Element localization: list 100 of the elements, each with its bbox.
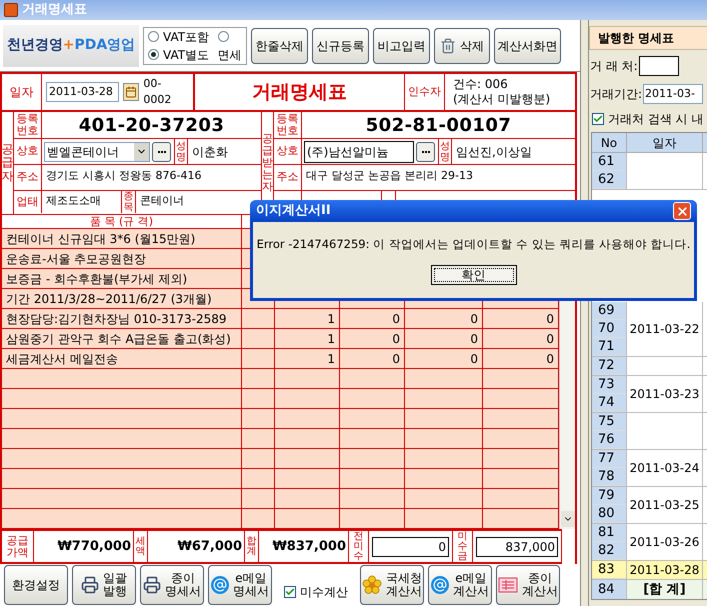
toolbar-button[interactable]: 한줄삭제	[251, 28, 308, 64]
at-sign-icon	[431, 576, 449, 594]
representative-name: 이춘화	[192, 144, 228, 160]
document-number: 00-0002	[143, 76, 172, 108]
field-label: 세액	[136, 536, 146, 556]
row-number[interactable]: 72	[592, 357, 626, 375]
row-number[interactable]: 83	[592, 561, 626, 579]
amount-text: ₩837,000	[272, 538, 346, 556]
business-item: 콘테이너	[140, 194, 184, 207]
action-button[interactable]: e메일 명세서	[208, 565, 272, 605]
section-label: 공급받는자	[262, 132, 273, 194]
field-label: 상호	[16, 143, 38, 160]
printer-icon	[143, 576, 161, 594]
partner-field[interactable]	[638, 56, 679, 76]
item-value: 0	[546, 310, 554, 328]
registration-number: 502-81-00107	[366, 114, 512, 138]
row-number[interactable]: 61	[592, 153, 626, 171]
item-value: 1	[327, 350, 335, 368]
ok-button[interactable]: 확인	[430, 265, 516, 286]
row-number: 84	[598, 580, 615, 599]
item-value: 0	[470, 310, 478, 328]
toolbar-button[interactable]: 신규등록	[312, 28, 369, 64]
amount-field[interactable]: 837,000	[476, 536, 558, 556]
radio-button[interactable]	[148, 49, 159, 60]
row-number[interactable]: 77	[592, 450, 626, 468]
row-number[interactable]: 81	[592, 524, 626, 542]
column-header: 품 목 (규 격)	[90, 216, 154, 228]
item-name: 보증금 - 회수후환불(부가세 제외)	[6, 270, 188, 288]
company-select[interactable]: 벧엘콘테이너	[44, 142, 150, 162]
toolbar-button[interactable]: 계산서화면	[494, 28, 561, 64]
amount-field[interactable]: 0	[372, 536, 449, 556]
calendar-button[interactable]	[123, 83, 140, 101]
date-cell-text: 2011-03-22	[630, 321, 700, 338]
checkbox[interactable]	[284, 586, 296, 598]
radio-label: 면세	[218, 46, 242, 64]
column-header: No	[600, 134, 618, 152]
trash-icon	[440, 38, 456, 54]
calendar-icon	[125, 86, 138, 98]
item-value: 0	[546, 350, 554, 368]
row-number[interactable]: 69	[592, 302, 626, 320]
browse-button[interactable]	[152, 142, 171, 162]
dialog-title: 이지계산서II	[256, 202, 331, 220]
action-button[interactable]: e메일 계산서	[428, 565, 492, 605]
date-field[interactable]: 2011-03-28	[46, 82, 120, 102]
field-label: 등록번호	[16, 113, 40, 137]
item-value: 1	[327, 330, 335, 348]
action-button[interactable]: 종이 명세서	[140, 565, 204, 605]
action-button[interactable]: 일괄 발행	[72, 565, 136, 605]
browse-button[interactable]	[416, 142, 435, 162]
at-sign-icon	[211, 576, 229, 594]
radio-button[interactable]	[218, 31, 229, 42]
date-cell-text: 2011-03-28	[630, 562, 700, 579]
item-value: 0	[546, 330, 554, 348]
field-label: 미수금	[458, 532, 468, 562]
field-label: 거래기간:	[590, 86, 642, 103]
checkbox[interactable]	[592, 113, 604, 125]
radio-button[interactable]	[148, 31, 159, 42]
close-icon	[676, 204, 688, 218]
row-number[interactable]: 73	[592, 376, 626, 394]
item-name: 기간 2011/3/28~2011/6/27 (3개월)	[6, 290, 212, 308]
representative-name: 임선진,이상일	[456, 144, 532, 160]
row-number[interactable]: 78	[592, 468, 626, 486]
row-number[interactable]: 75	[592, 413, 626, 431]
amount-text: ₩67,000	[177, 538, 242, 556]
date-cell-text: 2011-03-26	[630, 534, 700, 551]
row-number[interactable]: 82	[592, 542, 626, 560]
row-number[interactable]: 70	[592, 320, 626, 338]
item-value: 0	[470, 350, 478, 368]
field-label: 주소	[16, 169, 38, 186]
field-label: 합계	[246, 536, 256, 556]
field-label: 공급가액	[6, 534, 30, 558]
panel-header: 발행한 명세표	[589, 26, 707, 50]
total-label: [합 계]	[643, 580, 686, 599]
row-number[interactable]: 79	[592, 487, 626, 505]
action-button[interactable]: 종이 계산서	[496, 565, 560, 605]
radio-label: VAT별도	[163, 46, 210, 64]
row-number[interactable]: 62	[592, 171, 626, 189]
row-number[interactable]: 76	[592, 431, 626, 449]
field-label: 등록번호	[276, 113, 300, 137]
count-text: 건수: 006	[453, 77, 509, 92]
item-value: 0	[470, 330, 478, 348]
checkbox-label: 미수계산	[300, 584, 348, 601]
field-label: 업태	[16, 194, 38, 210]
date-cell-text: 2011-03-23	[630, 386, 700, 403]
radio-label: VAT포함	[163, 28, 210, 46]
action-button[interactable]: 국세청 계산서	[360, 565, 424, 605]
section-label: 공급자	[2, 143, 14, 183]
company-field[interactable]: (주)남선알미늄	[304, 140, 414, 162]
field-label: 종목	[124, 191, 134, 213]
row-number[interactable]: 80	[592, 505, 626, 523]
date-field[interactable]: 2011-03-	[643, 84, 704, 104]
settings-button[interactable]: 환경설정	[4, 565, 68, 605]
row-number[interactable]: 74	[592, 394, 626, 412]
close-button[interactable]	[673, 202, 691, 220]
toolbar-button[interactable]: 비고입력	[373, 28, 430, 64]
registration-number: 401-20-37203	[78, 114, 224, 138]
delete-button[interactable]: 삭제	[434, 28, 490, 64]
error-message: Error -2147467259: 이 작업에서는 업데이트할 수 있는 쿼리를 사용해야 합니다.	[256, 236, 690, 253]
row-number[interactable]: 71	[592, 338, 626, 356]
field-label: 거 래 처:	[590, 58, 638, 75]
